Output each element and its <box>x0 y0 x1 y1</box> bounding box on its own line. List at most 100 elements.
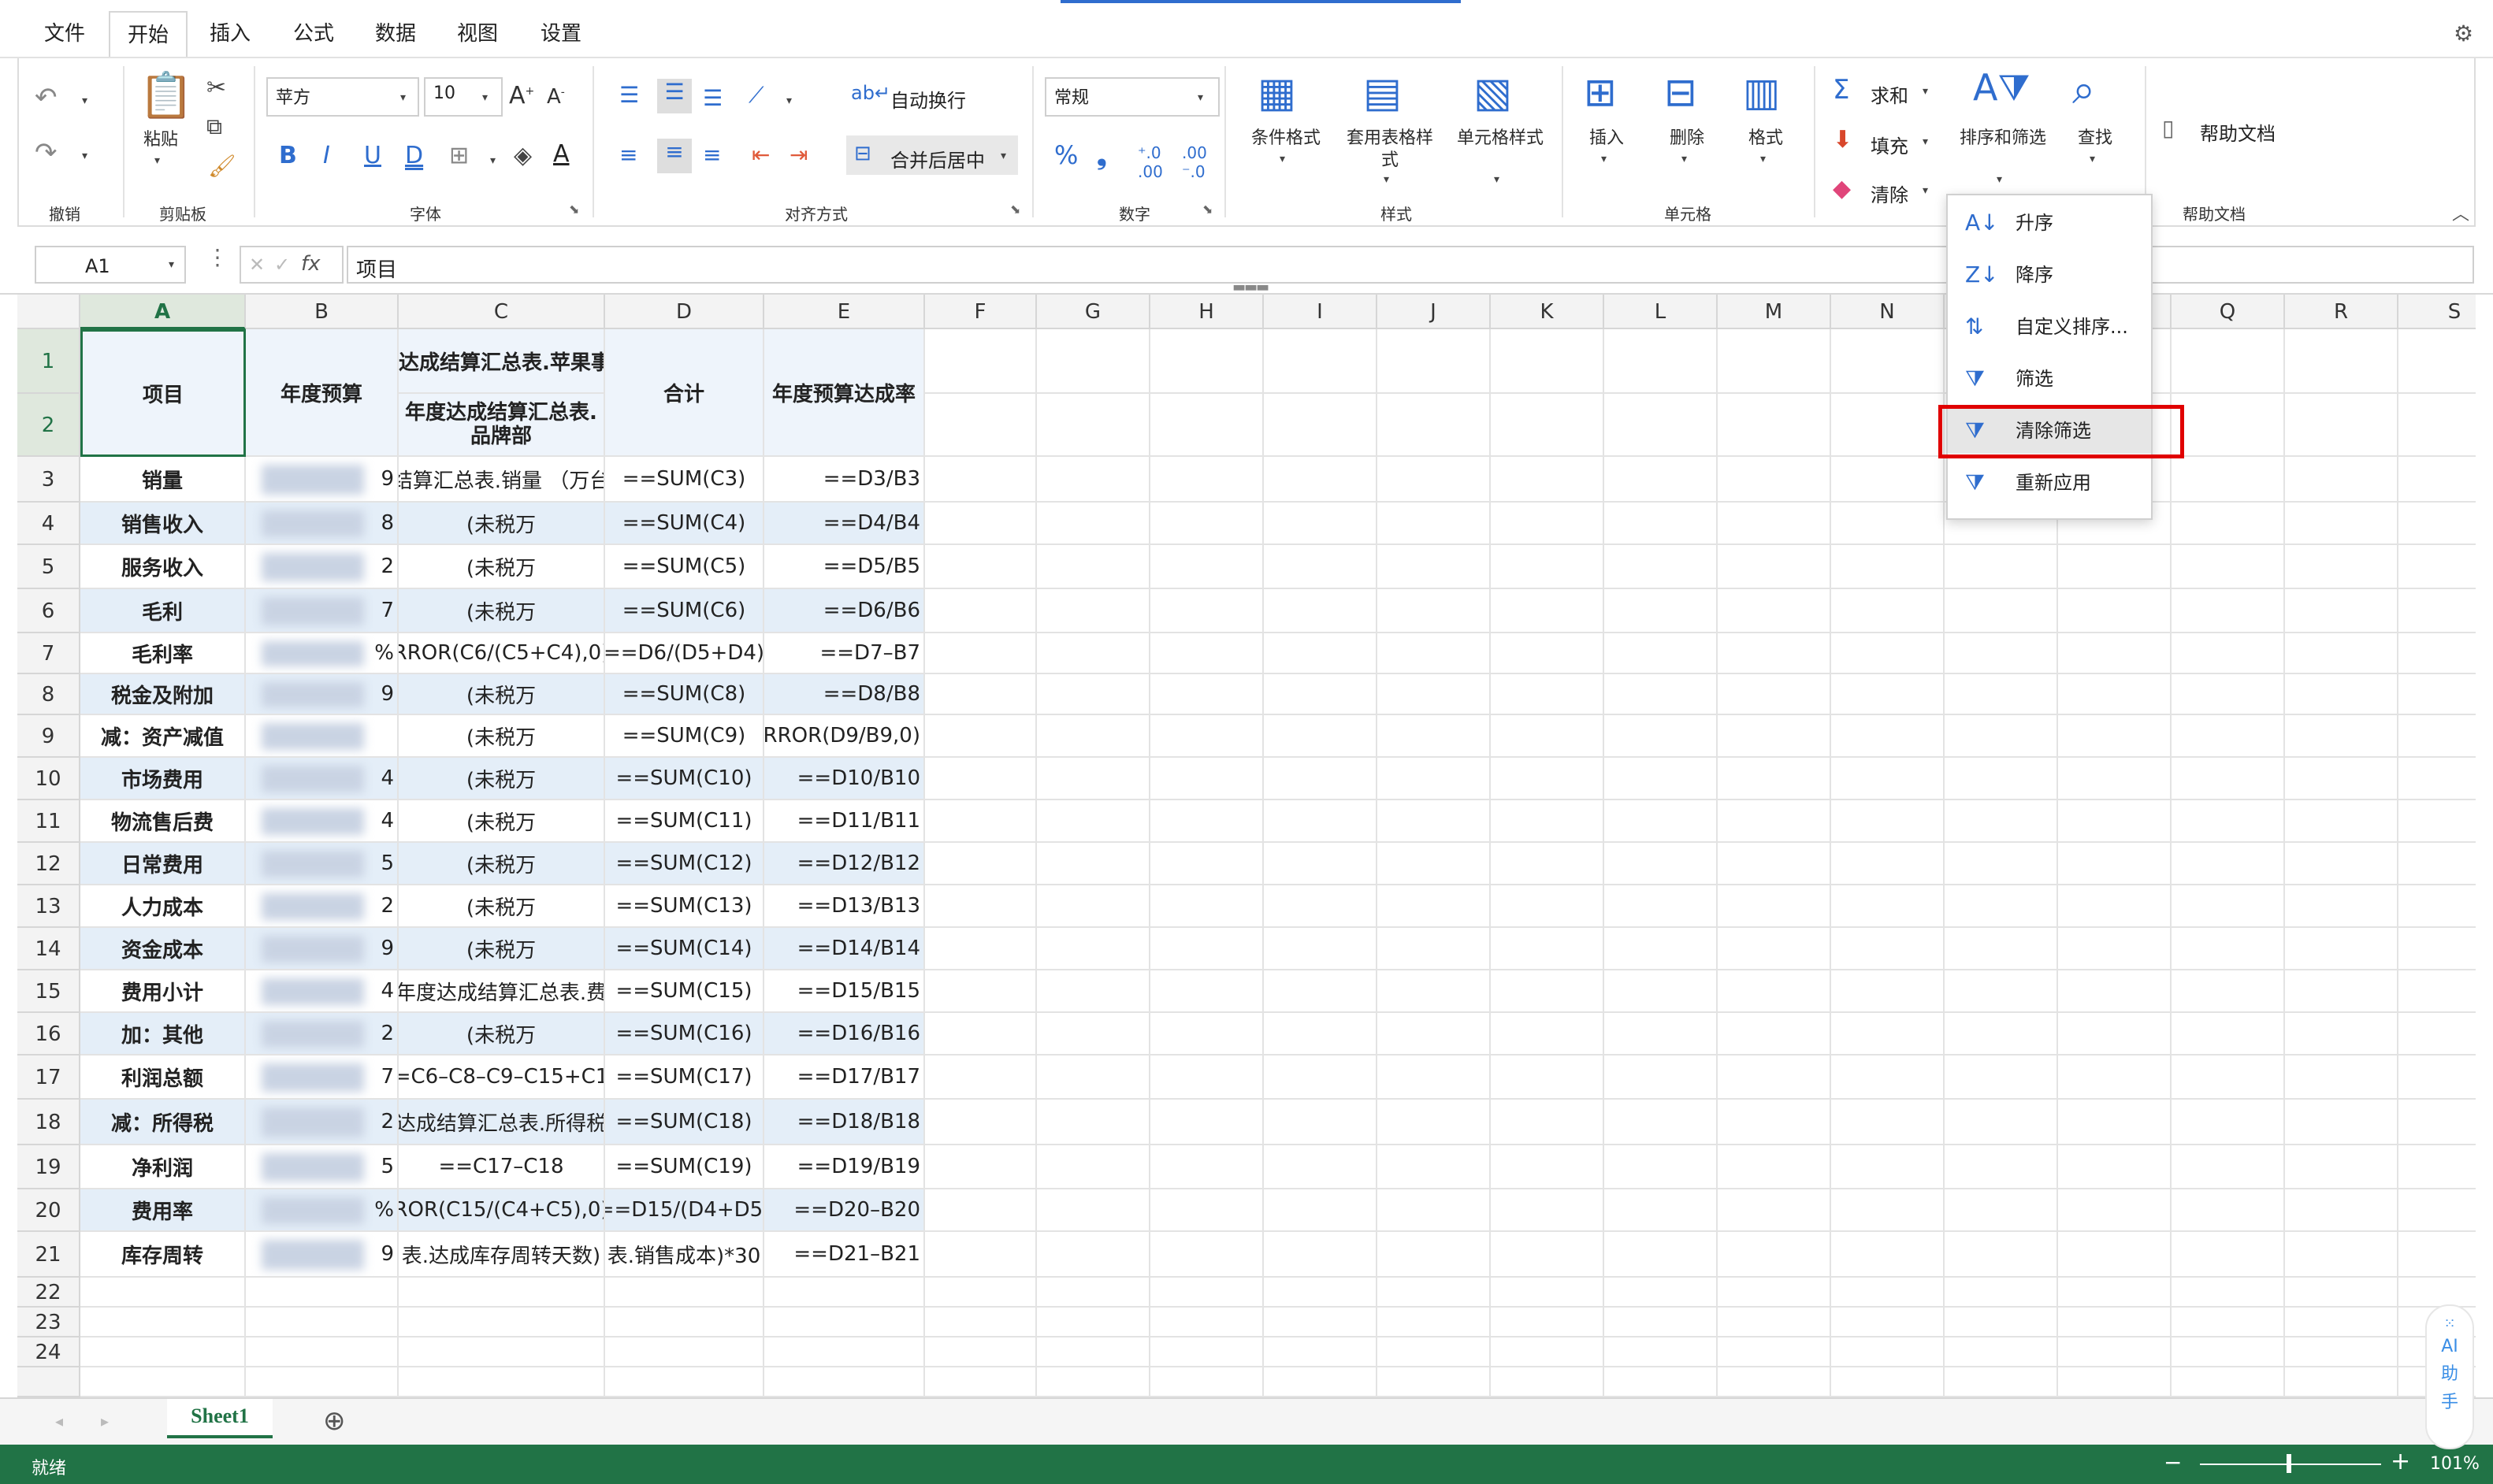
table-cell[interactable] <box>1150 589 1264 633</box>
scroll-left-icon[interactable]: ◂ <box>55 1412 63 1430</box>
table-cell[interactable] <box>1491 503 1604 545</box>
table-cell[interactable] <box>1604 1013 1718 1055</box>
formula-cell-e[interactable]: ==D15/B15 <box>764 970 925 1013</box>
formula-cell-e[interactable]: ==D4/B4 <box>764 503 925 545</box>
sort-ascending-item[interactable]: A↓ 升序 <box>1948 200 2151 246</box>
table-cell[interactable] <box>1718 633 1831 674</box>
row-label-cell[interactable]: 净利润 <box>80 1145 246 1189</box>
table-cell[interactable] <box>1831 928 1945 970</box>
header-cell-d[interactable]: 合计 <box>605 329 764 457</box>
table-cell[interactable] <box>1491 394 1604 457</box>
row-header[interactable]: 11 <box>17 800 80 843</box>
table-cell[interactable] <box>2172 1232 2285 1278</box>
budget-cell[interactable]: % <box>246 633 399 674</box>
table-cell[interactable] <box>1264 843 1377 885</box>
table-cell[interactable] <box>399 1278 605 1308</box>
table-cell[interactable] <box>2058 1278 2172 1308</box>
chevron-down-icon[interactable]: ▾ <box>1601 153 1607 165</box>
table-cell[interactable] <box>1037 1308 1150 1337</box>
table-cell[interactable] <box>1037 633 1150 674</box>
column-header[interactable]: N <box>1831 295 1945 329</box>
formula-cell-c[interactable]: (未税万 <box>399 1013 605 1055</box>
formula-cell-c[interactable]: (未税万 <box>399 715 605 758</box>
table-cell[interactable] <box>1491 1189 1604 1232</box>
column-header[interactable]: M <box>1718 295 1831 329</box>
column-header[interactable]: D <box>605 295 764 329</box>
table-cell[interactable] <box>1377 545 1491 589</box>
row-header[interactable]: 13 <box>17 885 80 928</box>
cancel-icon[interactable]: ✕ <box>249 254 265 276</box>
table-cell[interactable] <box>2285 503 2398 545</box>
table-cell[interactable] <box>1491 545 1604 589</box>
column-header[interactable]: R <box>2285 295 2398 329</box>
table-cell[interactable] <box>925 674 1037 715</box>
underline-icon[interactable]: U <box>364 142 381 169</box>
table-cell[interactable] <box>1604 674 1718 715</box>
table-cell[interactable] <box>2058 1337 2172 1367</box>
table-cell[interactable] <box>2172 545 2285 589</box>
table-cell[interactable] <box>1377 800 1491 843</box>
row-label-cell[interactable]: 销量 <box>80 457 246 503</box>
table-cell[interactable] <box>925 1055 1037 1100</box>
sort-descending-item[interactable]: Z↓ 降序 <box>1948 252 2151 298</box>
table-cell[interactable] <box>1831 843 1945 885</box>
table-cell[interactable] <box>2285 1278 2398 1308</box>
table-cell[interactable] <box>1377 457 1491 503</box>
table-cell[interactable] <box>1945 928 2058 970</box>
table-cell[interactable] <box>1264 1189 1377 1232</box>
table-cell[interactable] <box>1831 1337 1945 1367</box>
fill-icon[interactable]: ⬇ <box>1833 126 1852 154</box>
table-cell[interactable] <box>1264 633 1377 674</box>
row-header[interactable]: 17 <box>17 1055 80 1100</box>
table-cell[interactable] <box>1945 1189 2058 1232</box>
table-cell[interactable] <box>2058 1367 2172 1397</box>
formula-cell-d[interactable]: ==SUM(C19) <box>605 1145 764 1189</box>
table-cell[interactable] <box>1604 1189 1718 1232</box>
table-cell[interactable] <box>1150 1337 1264 1367</box>
table-cell[interactable] <box>2172 800 2285 843</box>
chevron-down-icon[interactable]: ▾ <box>1681 153 1687 165</box>
table-cell[interactable] <box>246 1337 399 1367</box>
row-header[interactable]: 20 <box>17 1189 80 1232</box>
row-label-cell[interactable]: 减：资产减值 <box>80 715 246 758</box>
find-button[interactable]: 查找 <box>2069 128 2121 150</box>
column-header[interactable]: F <box>925 295 1037 329</box>
table-cell[interactable] <box>2398 758 2476 800</box>
copy-icon[interactable]: ⧉ <box>206 113 222 140</box>
budget-cell[interactable]: 7 <box>246 1055 399 1100</box>
table-cell[interactable] <box>1491 970 1604 1013</box>
row-label-cell[interactable]: 库存周转 <box>80 1232 246 1278</box>
table-cell[interactable] <box>1831 758 1945 800</box>
table-cell[interactable] <box>1945 758 2058 800</box>
table-cell[interactable] <box>399 1337 605 1367</box>
row-label-cell[interactable]: 税金及附加 <box>80 674 246 715</box>
table-cell[interactable] <box>1945 1145 2058 1189</box>
formula-cell-c[interactable]: =C6–C8–C9–C15+C1 <box>399 1055 605 1100</box>
table-cell[interactable] <box>2058 715 2172 758</box>
table-cell[interactable] <box>1945 1337 2058 1367</box>
table-cell[interactable] <box>1377 758 1491 800</box>
column-header[interactable]: L <box>1604 295 1718 329</box>
table-cell[interactable] <box>1491 843 1604 885</box>
filter-item[interactable]: ⧩ 筛选 <box>1948 356 2151 402</box>
formula-cell-d[interactable]: ==SUM(C9) <box>605 715 764 758</box>
menu-settings[interactable]: 设置 <box>541 17 581 46</box>
table-cell[interactable] <box>1150 758 1264 800</box>
insert-cells-icon[interactable]: ⊞ <box>1584 69 1617 115</box>
table-cell[interactable] <box>2285 1145 2398 1189</box>
formula-cell-d[interactable]: ==SUM(C4) <box>605 503 764 545</box>
table-cell[interactable] <box>2398 674 2476 715</box>
table-cell[interactable] <box>1377 1278 1491 1308</box>
table-cell[interactable] <box>1037 843 1150 885</box>
custom-sort-item[interactable]: ⇅ 自定义排序... <box>1948 304 2151 350</box>
table-cell[interactable] <box>925 633 1037 674</box>
row-header[interactable]: 6 <box>17 589 80 633</box>
table-cell[interactable] <box>2398 885 2476 928</box>
table-cell[interactable] <box>1831 394 1945 457</box>
table-cell[interactable] <box>1150 633 1264 674</box>
table-cell[interactable] <box>1377 715 1491 758</box>
redo-icon[interactable]: ↷ <box>35 137 58 169</box>
table-cell[interactable] <box>2285 633 2398 674</box>
formula-cell-d[interactable]: ==D6/(D5+D4) <box>605 633 764 674</box>
table-cell[interactable] <box>1831 1278 1945 1308</box>
